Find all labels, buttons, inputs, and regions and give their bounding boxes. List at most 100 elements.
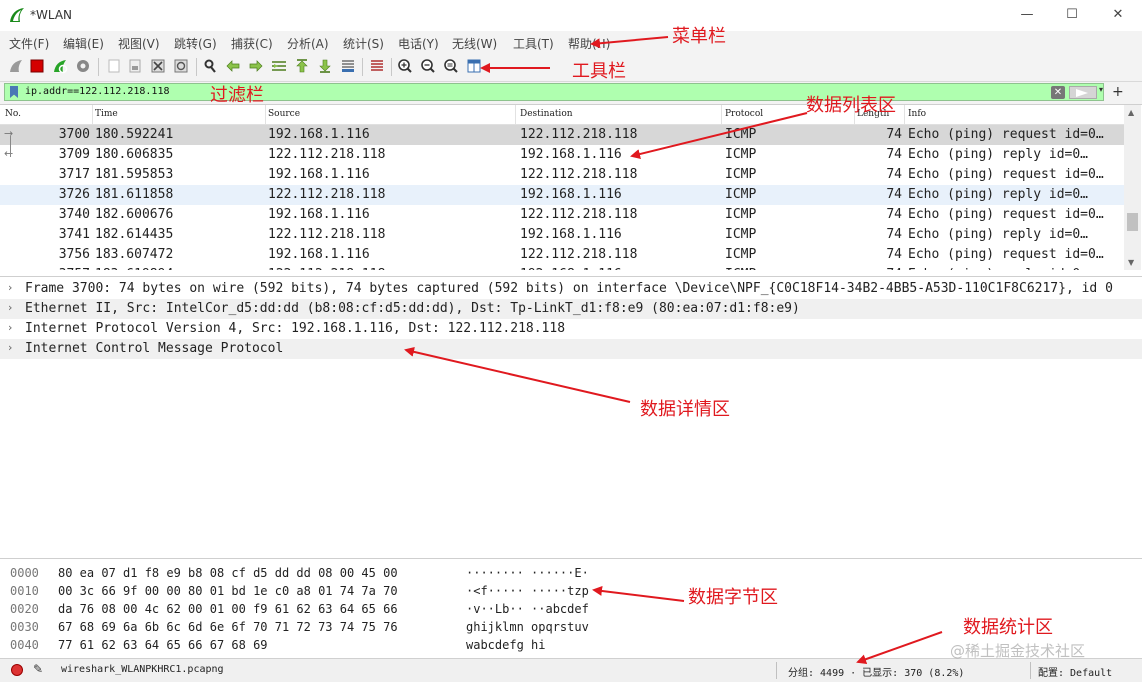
add-filter-button-icon[interactable]: + — [1112, 84, 1124, 100]
close-file-icon[interactable] — [150, 58, 166, 74]
packet-cell-info: Echo (ping) request id=0… — [908, 207, 1104, 222]
packet-cell-proto: ICMP — [725, 267, 756, 270]
annotation-bytes: 数据字节区 — [688, 587, 778, 608]
title-bar: *WLAN — ☐ ✕ — [0, 0, 1142, 31]
resize-columns-icon[interactable] — [466, 58, 482, 74]
menu-edit[interactable]: 编辑(E) — [63, 35, 104, 52]
menu-help[interactable]: 帮助(H) — [568, 35, 610, 52]
packet-row[interactable]: 3741 182.614435 122.112.218.118 192.168.1.1… — [0, 225, 1124, 245]
packet-cell-len: 74 — [886, 187, 902, 202]
display-filter-input[interactable]: ip.addr==122.112.218.118 ✕ ▾ — [4, 83, 1104, 101]
close-button[interactable]: ✕ — [1103, 4, 1133, 26]
packet-cell-proto: ICMP — [725, 167, 757, 182]
status-file-name: wireshark_WLANPKHRC1.pcapng — [61, 664, 224, 675]
packet-cell-dst: 192.168.1.116 — [520, 187, 622, 202]
detail-frame[interactable]: › Frame 3700: 74 bytes on wire (592 bits… — [0, 279, 1142, 299]
go-back-icon[interactable] — [225, 58, 241, 74]
column-header-no[interactable]: No. — [5, 109, 21, 119]
go-to-packet-icon[interactable] — [271, 58, 287, 74]
apply-filter-arrow-icon[interactable] — [1069, 86, 1097, 99]
packet-row[interactable]: 3726 181.611858 122.112.218.118 192.168.1.1… — [0, 185, 1124, 205]
annotation-menubar: 菜单栏 — [672, 26, 726, 47]
packet-cell-dst: 122.112.218.118 — [520, 167, 638, 182]
restart-capture-icon[interactable] — [52, 58, 68, 74]
menu-statistics[interactable]: 统计(S) — [343, 35, 384, 52]
packet-row[interactable]: 3709 180.606835 122.112.218.118 192.168.1.1… — [0, 145, 1124, 165]
status-profile[interactable]: 配置: Default — [1038, 664, 1112, 679]
packet-row[interactable]: 3757 183.619894 122.112.218.118 192.168.1.1… — [0, 265, 1124, 270]
colorize-icon[interactable] — [369, 58, 385, 74]
column-header-protocol[interactable]: Protocol — [725, 109, 763, 119]
packet-cell-proto: ICMP — [725, 227, 757, 242]
packet-cell-time: 181.611858 — [95, 187, 174, 202]
packet-cell-time: 181.595853 — [95, 167, 174, 182]
capture-comment-icon[interactable]: ✎ — [33, 662, 43, 676]
menu-telephony[interactable]: 电话(Y) — [398, 35, 439, 52]
zoom-reset-icon[interactable] — [443, 58, 459, 74]
packet-cell-src: 122.112.218.118 — [268, 227, 386, 242]
annotation-stats: 数据统计区 — [963, 617, 1053, 638]
filter-history-dropdown-icon[interactable]: ▾ — [1099, 85, 1109, 94]
column-header-time[interactable]: Time — [95, 109, 118, 119]
filter-bookmark-icon[interactable] — [10, 86, 18, 98]
packet-cell-proto: ICMP — [725, 207, 757, 222]
packet-row[interactable]: 3740 182.600676 192.168.1.116 122.112.218.1… — [0, 205, 1124, 225]
detail-ethernet[interactable]: › Ethernet II, Src: IntelCor_d5:dd:dd (b… — [0, 299, 1142, 319]
display-filter-value[interactable]: ip.addr==122.112.218.118 — [25, 86, 170, 97]
auto-scroll-icon[interactable] — [340, 58, 356, 74]
detail-ipv4[interactable]: › Internet Protocol Version 4, Src: 192.… — [0, 319, 1142, 339]
menu-capture[interactable]: 捕获(C) — [231, 35, 273, 52]
scroll-down-icon[interactable]: ▼ — [1128, 258, 1134, 267]
scroll-up-icon[interactable]: ▲ — [1128, 108, 1134, 117]
wireshark-fin-icon — [10, 8, 24, 22]
start-capture-icon[interactable] — [8, 58, 24, 74]
detail-icmp[interactable]: › Internet Control Message Protocol — [0, 339, 1142, 359]
maximize-button[interactable]: ☐ — [1057, 4, 1087, 26]
request-marker-icon: → — [4, 127, 14, 140]
menu-go[interactable]: 跳转(G) — [174, 35, 217, 52]
open-file-icon[interactable] — [106, 58, 122, 74]
minimize-button[interactable]: — — [1012, 4, 1042, 26]
packet-cell-src: 122.112.218.118 — [268, 267, 385, 270]
packet-row[interactable]: 3756 183.607472 192.168.1.116 122.112.218.1… — [0, 245, 1124, 265]
packet-cell-len: 74 — [886, 207, 902, 222]
packet-cell-dst: 122.112.218.118 — [520, 127, 638, 142]
go-last-packet-icon[interactable] — [317, 58, 333, 74]
save-file-icon[interactable] — [127, 58, 143, 74]
column-header-info[interactable]: Info — [908, 109, 926, 119]
menu-file[interactable]: 文件(F) — [9, 35, 49, 52]
expand-arrow-icon[interactable]: › — [8, 321, 12, 334]
reload-file-icon[interactable] — [173, 58, 189, 74]
stop-capture-icon[interactable] — [29, 58, 45, 74]
display-filter-bar: ip.addr==122.112.218.118 ✕ ▾ + — [0, 82, 1142, 104]
packet-cell-info: Echo (ping) reply id=0… — [908, 147, 1089, 162]
column-header-destination[interactable]: Destination — [520, 109, 573, 119]
scrollbar-thumb[interactable] — [1127, 213, 1138, 231]
go-first-packet-icon[interactable] — [294, 58, 310, 74]
status-bar: ✎ wireshark_WLANPKHRC1.pcapng 分组: 4499 ·… — [0, 658, 1142, 682]
column-header-source[interactable]: Source — [268, 109, 300, 119]
packet-row[interactable]: 3700 180.592241 192.168.1.116 122.112.218.1… — [0, 125, 1124, 145]
menu-wireless[interactable]: 无线(W) — [452, 35, 497, 52]
packet-cell-proto: ICMP — [725, 187, 757, 202]
zoom-out-icon[interactable] — [420, 58, 436, 74]
main-toolbar — [0, 53, 1142, 82]
expert-info-icon[interactable] — [11, 664, 23, 676]
packet-list-scrollbar[interactable]: ▲ ▼ — [1124, 105, 1141, 270]
menu-analyze[interactable]: 分析(A) — [287, 35, 329, 52]
packet-row[interactable]: 3717 181.595853 192.168.1.116 122.112.218.1… — [0, 165, 1124, 185]
menu-view[interactable]: 视图(V) — [118, 35, 160, 52]
capture-options-icon[interactable] — [75, 58, 91, 74]
packet-cell-src: 192.168.1.116 — [268, 207, 370, 222]
packet-cell-src: 192.168.1.116 — [268, 167, 370, 182]
zoom-in-icon[interactable] — [397, 58, 413, 74]
expand-arrow-icon[interactable]: › — [8, 341, 12, 354]
annotation-packet-list: 数据列表区 — [806, 95, 896, 116]
packet-cell-len: 74 — [886, 247, 902, 262]
menu-tools[interactable]: 工具(T) — [513, 35, 554, 52]
clear-filter-icon[interactable]: ✕ — [1051, 86, 1065, 99]
find-packet-icon[interactable] — [202, 58, 218, 74]
expand-arrow-icon[interactable]: › — [8, 301, 12, 314]
go-forward-icon[interactable] — [248, 58, 264, 74]
expand-arrow-icon[interactable]: › — [8, 281, 12, 294]
